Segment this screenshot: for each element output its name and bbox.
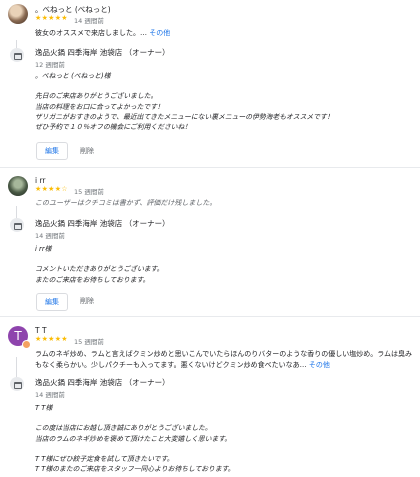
- reply-time: 12 週間前: [35, 61, 65, 69]
- local-guide-badge: [22, 340, 31, 349]
- store-icon: [10, 218, 24, 232]
- owner-name: 逸品火鍋 四季海岸 池袋店 （オーナー）: [35, 378, 170, 387]
- edit-button[interactable]: 編集: [36, 293, 68, 311]
- rating-stars: ★★★★☆: [35, 185, 68, 193]
- rating-stars: ★★★★★: [35, 335, 68, 343]
- reply-time: 14 週間前: [35, 391, 65, 399]
- edit-button[interactable]: 編集: [36, 142, 68, 160]
- reviewer-name[interactable]: T T: [35, 326, 47, 335]
- more-link[interactable]: その他: [149, 29, 170, 37]
- reviewer-name[interactable]: i rr: [35, 176, 46, 185]
- review-text: このユーザーはクチコミは書かず、評価だけ残しました。: [35, 199, 217, 207]
- reply-time: 14 週間前: [35, 232, 65, 240]
- delete-button[interactable]: 削除: [80, 293, 94, 309]
- owner-name: 逸品火鍋 四季海岸 池袋店 （オーナー）: [35, 219, 170, 228]
- review-text: ラムのネギ炒め、ラムと言えばクミン炒めと思いこんでいたらほんのりバターのような香…: [35, 349, 413, 371]
- review-time: 14 週間前: [74, 17, 104, 25]
- review-card: 。べねっと (べねっと) ★★★★★ 14 週間前 彼女のオススメで来店しました…: [0, 0, 420, 165]
- review-time: 15 週間前: [74, 338, 104, 346]
- owner-name: 逸品火鍋 四季海岸 池袋店 （オーナー）: [35, 48, 170, 57]
- review-card: i rr ★★★★☆ 15 週間前 このユーザーはクチコミは書かず、評価だけ残し…: [0, 168, 420, 318]
- review-card: T T T ★★★★★ 15 週間前 ラムのネギ炒め、ラムと言えばクミン炒めと思…: [0, 317, 420, 477]
- owner-reply: 。べねっと (べねっと)様 先日のご来店ありがとうございました。 当店の料理をお…: [35, 72, 334, 132]
- thread-line: [16, 357, 17, 379]
- store-icon: [10, 377, 24, 391]
- rating-stars: ★★★★★: [35, 14, 68, 22]
- owner-reply: i rr様 コメントいただきありがとうございます。 またのご来店をお待ちしており…: [35, 245, 164, 284]
- store-icon: [10, 48, 24, 62]
- review-text-content: 彼女のオススメで来店しました。…: [35, 29, 147, 37]
- review-text-content: ラムのネギ炒め、ラムと言えばクミン炒めと思いこんでいたらほんのりバターのような香…: [35, 350, 413, 369]
- review-text: 彼女のオススメで来店しました。… その他: [35, 28, 413, 39]
- owner-reply: T T様 この度は当店にお越し頂き誠にありがとうございました。 当店のラムのネギ…: [35, 404, 235, 474]
- reviewer-avatar[interactable]: [8, 176, 28, 196]
- reviewer-avatar[interactable]: [8, 4, 28, 24]
- review-time: 15 週間前: [74, 188, 104, 196]
- delete-button[interactable]: 削除: [80, 143, 94, 159]
- more-link[interactable]: その他: [309, 361, 330, 369]
